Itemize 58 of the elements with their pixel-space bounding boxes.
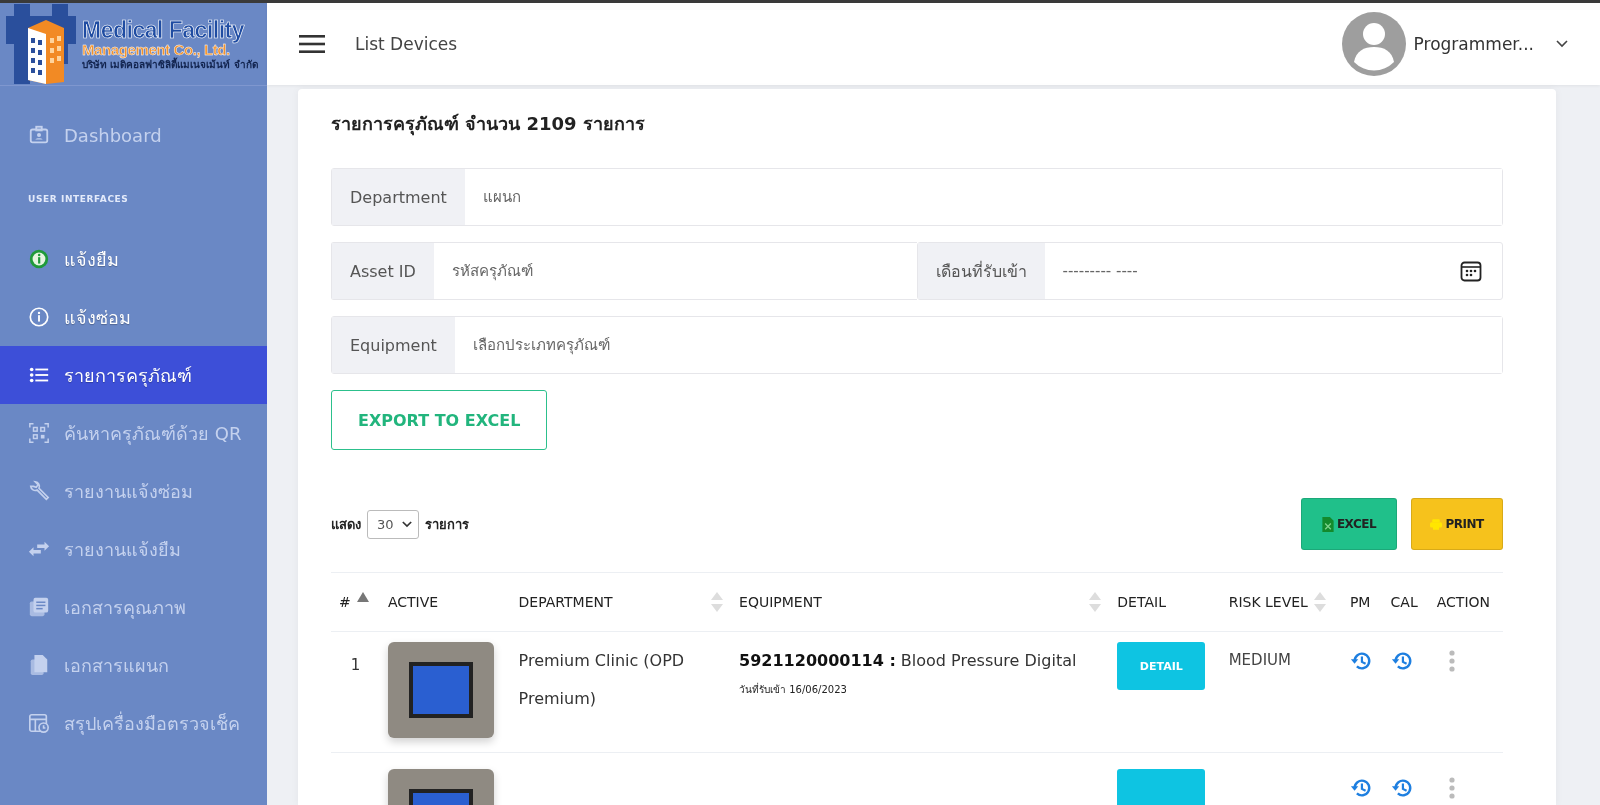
document-icon [28,654,50,676]
info-icon [28,248,50,270]
sidebar-item[interactable]: รายการครุภัณฑ์ [0,346,267,404]
user-name[interactable]: Programmer... [1413,34,1534,54]
department-label: Department [332,169,465,225]
page-title: List Devices [355,34,458,54]
column-header[interactable]: PM [1349,594,1371,610]
logo-subtitle: Management Co., Ltd. [82,41,230,58]
info-icon [28,306,50,328]
qr-code-icon [28,422,50,444]
calendar-clock-icon [28,712,50,734]
card-title: รายการครุภัณฑ์ จำนวน 2109 รายการ [331,112,646,138]
printer-icon [1430,516,1443,532]
wrench-icon [28,480,50,502]
equipment-field[interactable]: Equipment เลือกประเภทครุภัณฑ์ [331,316,1503,374]
received-date: วันที่รับเข้า 16/06/2023 [739,682,848,697]
excel-button[interactable]: EXCEL [1301,498,1397,550]
chevron-down-icon[interactable] [401,520,412,528]
logo-title: Medical Facility [82,17,246,42]
show-label: แสดง [331,515,361,534]
history-icon[interactable] [1390,650,1413,672]
id-badge-icon [28,124,50,146]
sidebar-section-heading: USER INTERFACES [27,193,130,206]
risk-level-cell: MEDIUM [1228,651,1291,669]
department-field[interactable]: Department แผนก [331,168,1503,226]
page-size-select[interactable]: 30 [367,509,419,539]
column-header[interactable]: # [339,594,351,610]
sidebar-item[interactable]: แจ้งซ่อม [0,288,267,346]
column-header[interactable]: ACTIVE [387,594,439,610]
logo-company-name: บริษัท เมดิคอลฟาซิลิตี้แมเนจเม้นท์ จำกัด [82,59,258,71]
calendar-icon[interactable] [1460,260,1482,282]
equipment-label: Equipment [332,317,455,373]
spreadsheet-file-icon [1321,516,1334,532]
department-cell-text: Premium Clinic (OPD Premium) [518,650,686,710]
column-header[interactable]: ACTION [1436,594,1491,610]
print-button[interactable]: PRINT [1411,498,1503,550]
month-label: เดือนที่รับเข้า [917,243,1045,299]
history-icon[interactable] [1349,777,1372,799]
equipment-cell-text: 5921120000114 : Blood Pressure Digital [739,650,1078,672]
column-header[interactable]: EQUIPMENT [739,594,822,610]
row-number: 1 [350,656,361,674]
asset-id-label: Asset ID [332,243,434,299]
menu-icon[interactable] [299,34,325,54]
sidebar-item[interactable]: แจ้งยืม [0,230,267,288]
history-icon[interactable] [1349,650,1372,672]
entries-label: รายการ [424,515,469,534]
building-logo-icon [6,4,76,84]
sort-ascending-icon[interactable] [356,592,369,602]
history-icon[interactable] [1390,777,1413,799]
month-field[interactable]: เดือนที่รับเข้า --------- ---- [916,242,1503,300]
chevron-down-icon[interactable] [1556,40,1568,48]
column-header[interactable]: DEPARTMENT [518,594,613,610]
column-header[interactable]: RISK LEVEL [1228,594,1308,610]
asset-id-field[interactable]: Asset ID รหัสครุภัณฑ์ [331,242,917,300]
column-header[interactable]: CAL [1390,594,1418,610]
avatar-icon[interactable] [1341,12,1406,76]
document-list-icon [28,596,50,618]
column-header[interactable]: DETAIL [1117,594,1166,610]
